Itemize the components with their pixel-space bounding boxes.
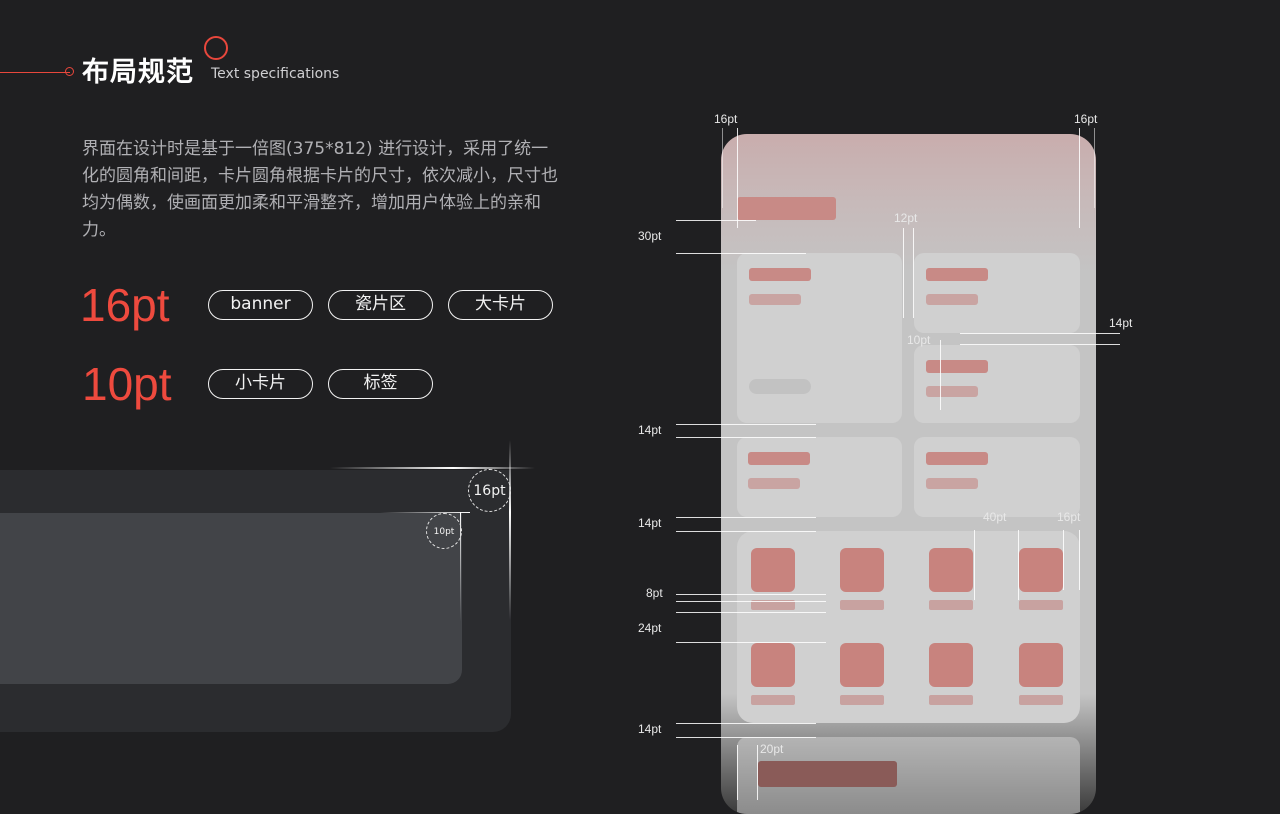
radius-16-value: 16pt — [80, 279, 170, 331]
demo-outer-side-highlight — [509, 440, 511, 620]
demo-outer-edge-highlight — [330, 467, 535, 469]
card-subtitle — [748, 478, 800, 489]
description-text: 界面在设计时是基于一倍图(375*812) 进行设计，采用了统一化的圆角和间距，… — [82, 139, 558, 240]
small-card-bottom-right — [914, 345, 1080, 423]
annotation-card-gap-inner: 10pt — [907, 333, 931, 347]
guide-line — [676, 737, 816, 738]
page-subtitle: Text specifications — [211, 66, 340, 82]
annotation-card-gap-horizontal: 12pt — [894, 211, 918, 225]
page-title: 布局规范 — [82, 57, 194, 88]
card-subtitle — [926, 478, 978, 489]
header-accent-dot — [65, 67, 74, 76]
tag-large-card: 大卡片 — [448, 290, 553, 320]
card-subtitle — [926, 386, 978, 397]
tag-tile-area: 瓷片区 — [328, 290, 433, 320]
guide-line — [1063, 530, 1064, 590]
demo-inner-edge-highlight — [380, 512, 470, 513]
guide-line — [1079, 128, 1080, 228]
guide-line — [737, 745, 738, 800]
guide-line — [757, 745, 758, 800]
grid-icon — [751, 643, 795, 687]
guide-line — [676, 517, 816, 518]
guide-line — [676, 642, 826, 643]
guide-line — [737, 128, 738, 228]
grid-icon — [751, 548, 795, 592]
inner-radius-marker: 10pt — [426, 513, 462, 549]
header-accent-line — [0, 72, 70, 73]
grid-icon — [929, 548, 973, 592]
annotation-row-gap: 24pt — [638, 621, 662, 635]
grid-icon-label — [1019, 695, 1063, 705]
annotation-margin-left: 16pt — [714, 112, 738, 126]
grid-icon — [1019, 643, 1063, 687]
large-card-button — [749, 379, 811, 394]
card-title — [748, 452, 810, 465]
annotation-card-gap-right: 14pt — [1109, 316, 1133, 330]
grid-icon-label — [840, 600, 884, 610]
grid-icon-label — [929, 600, 973, 610]
grid-icon-label — [751, 695, 795, 705]
demo-inner-card — [0, 513, 462, 684]
annotation-margin-right: 16pt — [1074, 112, 1098, 126]
grid-icon — [840, 548, 884, 592]
card-title — [926, 452, 988, 465]
guide-line — [676, 601, 826, 602]
guide-line — [960, 333, 1120, 334]
annotation-gap-2: 14pt — [638, 516, 662, 530]
header-accent-circle — [204, 36, 228, 60]
grid-icon-label — [929, 695, 973, 705]
guide-line — [1079, 530, 1080, 590]
guide-line — [960, 344, 1120, 345]
annotation-bottom-padding: 20pt — [760, 742, 784, 756]
large-card-subtitle — [749, 294, 801, 305]
tag-label: 标签 — [328, 369, 433, 399]
header-title-placeholder — [737, 197, 836, 220]
guide-line — [676, 594, 826, 595]
annotation-icon-gap: 40pt — [983, 510, 1007, 524]
guide-line — [940, 340, 941, 410]
grid-icon — [840, 643, 884, 687]
tag-banner: banner — [208, 290, 313, 320]
bottom-card — [737, 737, 1080, 814]
card-title — [926, 360, 988, 373]
guide-line — [913, 228, 914, 318]
phone-layout-mockup — [721, 134, 1096, 814]
annotation-gap-3: 14pt — [638, 722, 662, 736]
guide-line — [974, 530, 975, 600]
grid-icon — [1019, 548, 1063, 592]
card-title — [926, 268, 988, 281]
guide-line — [676, 531, 816, 532]
radius-10-value: 10pt — [82, 358, 172, 410]
annotation-label-gap: 8pt — [646, 586, 663, 600]
large-card-title — [749, 268, 811, 281]
annotation-gap-top: 30pt — [638, 229, 662, 243]
grid-icon — [929, 643, 973, 687]
card-subtitle — [926, 294, 978, 305]
guide-line — [1094, 128, 1095, 208]
outer-radius-marker: 16pt — [468, 469, 511, 512]
grid-icon-label — [1019, 600, 1063, 610]
guide-line — [1018, 530, 1019, 600]
bottom-card-title — [758, 761, 897, 787]
guide-line — [676, 424, 816, 425]
annotation-gap-1: 14pt — [638, 423, 662, 437]
guide-line — [903, 228, 904, 318]
guide-line — [722, 128, 723, 208]
annotation-icon-margin: 16pt — [1057, 510, 1081, 524]
guide-line — [676, 437, 816, 438]
tag-small-card: 小卡片 — [208, 369, 313, 399]
guide-line — [676, 612, 826, 613]
guide-line — [676, 723, 816, 724]
small-card-row2-left — [737, 437, 902, 517]
icon-grid-card — [737, 531, 1080, 723]
small-card-row2-right — [914, 437, 1080, 517]
small-card-top-right — [914, 253, 1080, 333]
large-card — [737, 253, 902, 423]
guide-line — [676, 253, 806, 254]
guide-line — [676, 220, 756, 221]
grid-icon-label — [840, 695, 884, 705]
